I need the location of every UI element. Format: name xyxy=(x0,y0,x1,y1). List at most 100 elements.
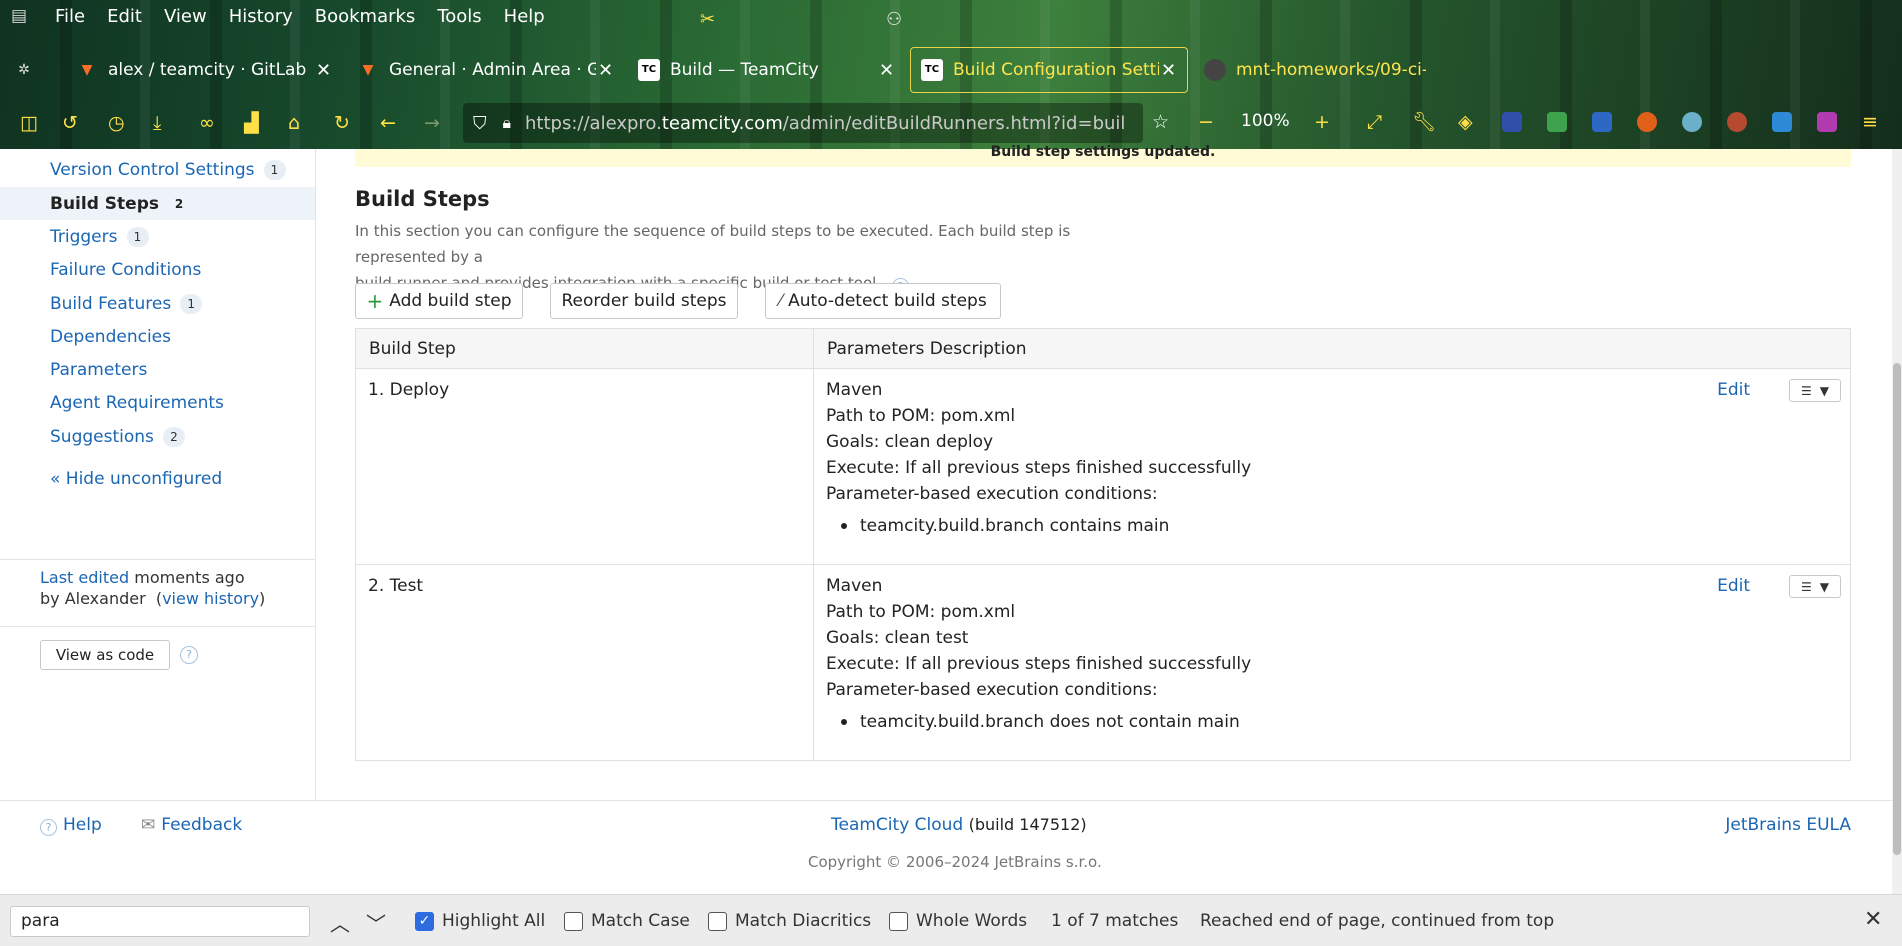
home-icon[interactable]: ⌂ xyxy=(288,113,300,133)
lock-icon[interactable]: 🔒︎ xyxy=(503,113,512,133)
condition-item: teamcity.build.branch does not contain m… xyxy=(841,709,1838,735)
menu-file[interactable]: File xyxy=(55,6,85,27)
tab-build-config[interactable]: TC Build Configuration Setti ✕ xyxy=(910,47,1188,93)
sidebar-item-build-steps[interactable]: Build Steps 2 xyxy=(0,187,315,220)
magic-wand-icon: ⁄ xyxy=(779,291,783,311)
menu-view[interactable]: View xyxy=(164,6,207,27)
extension-icon[interactable] xyxy=(1502,112,1522,132)
tab-github[interactable]: mnt-homeworks/09-ci-05 xyxy=(1204,48,1434,92)
highlight-all-checkbox[interactable]: ✓ xyxy=(415,912,434,931)
fullscreen-icon[interactable]: ⤢ xyxy=(1367,112,1382,132)
sidebar-item-triggers[interactable]: Triggers 1 xyxy=(0,220,315,253)
match-case-label[interactable]: Match Case xyxy=(591,911,690,931)
match-case-checkbox[interactable] xyxy=(564,912,583,931)
tab-gitlab-admin[interactable]: ▼ General · Admin Area · Gi ✕ xyxy=(357,48,613,92)
find-previous-icon[interactable]: ︿ xyxy=(330,908,350,937)
highlight-all-label[interactable]: Highlight All xyxy=(442,911,545,931)
url-bar[interactable]: ⛉ 🔒︎ https://alexpro.teamcity.com/admin/… xyxy=(463,103,1143,143)
condition-item: teamcity.build.branch contains main xyxy=(841,513,1838,539)
table-row[interactable]: 1. Deploy Maven Path to POM: pom.xml Goa… xyxy=(355,368,1851,565)
zoom-in-icon[interactable]: + xyxy=(1314,112,1330,132)
close-tab-icon[interactable]: ✕ xyxy=(1161,60,1176,81)
menu-edit[interactable]: Edit xyxy=(107,6,142,27)
hide-unconfigured-link[interactable]: « Hide unconfigured xyxy=(0,462,315,495)
whole-words-label[interactable]: Whole Words xyxy=(916,911,1027,931)
bookmark-star-icon[interactable]: ☆ xyxy=(1152,112,1169,132)
teamcity-cloud-link[interactable]: TeamCity Cloud xyxy=(831,815,963,835)
sidebar-item-failure-conditions[interactable]: Failure Conditions xyxy=(0,253,315,286)
step-actions-menu-button[interactable]: ☰ ▼ xyxy=(1789,575,1841,598)
sidebar-item-build-features[interactable]: Build Features 1 xyxy=(0,287,315,320)
menu-help[interactable]: Help xyxy=(504,6,545,27)
auto-detect-build-steps-button[interactable]: ⁄ Auto-detect build steps xyxy=(765,283,1001,319)
step-name[interactable]: 2. Test xyxy=(355,564,814,761)
menu-tools[interactable]: Tools xyxy=(437,6,481,27)
footer-help-link[interactable]: ? Help xyxy=(40,815,102,836)
sidebar-item-parameters[interactable]: Parameters xyxy=(0,353,315,386)
zoom-out-icon[interactable]: − xyxy=(1198,112,1214,132)
tab-overview-icon[interactable]: ✲ xyxy=(14,48,44,92)
close-icon[interactable]: ✕ xyxy=(1864,907,1882,932)
hamburger-menu-icon[interactable]: ≡ xyxy=(1862,112,1878,132)
shield-icon[interactable]: ⛉ xyxy=(473,113,487,134)
table-row[interactable]: 2. Test Maven Path to POM: pom.xml Goals… xyxy=(355,564,1851,761)
close-tab-icon[interactable]: ✕ xyxy=(598,60,613,81)
help-icon[interactable]: ? xyxy=(180,646,198,664)
containers-icon[interactable]: ▟ xyxy=(244,113,259,133)
edit-step-link[interactable]: Edit xyxy=(1717,377,1750,403)
extension-shield-icon[interactable] xyxy=(1547,112,1567,132)
tab-gitlab[interactable]: ▼ alex / teamcity · GitLab ✕ xyxy=(76,48,336,92)
pocket-icon[interactable]: ◈ xyxy=(1458,112,1473,132)
history-icon[interactable]: ↺ xyxy=(62,113,78,133)
extension-book-icon[interactable] xyxy=(1772,112,1792,132)
sidebar-item-vcs-settings[interactable]: Version Control Settings 1 xyxy=(0,153,315,186)
find-next-icon[interactable]: ﹀ xyxy=(366,908,386,937)
wrench-icon[interactable]: 🔧︎ xyxy=(1412,112,1436,132)
edit-step-link[interactable]: Edit xyxy=(1717,573,1750,599)
footer-copyright: Copyright © 2006–2024 JetBrains s.r.o. xyxy=(808,853,1102,871)
step-params[interactable]: Maven Path to POM: pom.xml Goals: clean … xyxy=(813,564,1851,761)
reload-icon[interactable]: ↻ xyxy=(334,113,350,133)
add-build-step-button[interactable]: + Add build step xyxy=(355,283,523,319)
sidebar-toggle-icon[interactable]: ◫ xyxy=(20,113,38,133)
last-edited-by: by Alexander xyxy=(40,589,146,608)
match-count: 1 of 7 matches xyxy=(1051,911,1179,931)
sidebar-item-dependencies[interactable]: Dependencies xyxy=(0,320,315,353)
extension-fox-icon[interactable] xyxy=(1637,112,1657,132)
back-icon[interactable]: ← xyxy=(380,113,396,133)
footer-feedback-link[interactable]: ✉ Feedback xyxy=(141,815,242,835)
forward-icon[interactable]: → xyxy=(424,113,440,133)
menu-bookmarks[interactable]: Bookmarks xyxy=(315,6,416,27)
zoom-level[interactable]: 100% xyxy=(1241,111,1290,131)
step-actions-menu-button[interactable]: ☰ ▼ xyxy=(1789,379,1841,402)
close-tab-icon[interactable]: ✕ xyxy=(316,60,331,81)
sidebar-item-agent-requirements[interactable]: Agent Requirements xyxy=(0,386,315,419)
sidebar-item-suggestions[interactable]: Suggestions 2 xyxy=(0,420,315,453)
view-as-code-button[interactable]: View as code xyxy=(40,640,170,670)
downloads-icon[interactable]: ⤓ xyxy=(153,113,161,133)
close-tab-icon[interactable]: ✕ xyxy=(879,60,894,81)
tab-teamcity-build[interactable]: TC Build — TeamCity ✕ xyxy=(638,48,896,92)
whole-words-checkbox[interactable] xyxy=(889,912,908,931)
extension-grid-icon[interactable] xyxy=(1817,112,1837,132)
page-scrollbar[interactable] xyxy=(1892,149,1902,894)
find-input[interactable]: para xyxy=(10,906,310,937)
step-name[interactable]: 1. Deploy xyxy=(355,368,814,565)
screenshot-icon[interactable]: ✂ xyxy=(700,9,715,30)
reorder-build-steps-button[interactable]: Reorder build steps xyxy=(550,283,738,319)
sync-icon[interactable] xyxy=(1682,112,1702,132)
footer-eula-link[interactable]: JetBrains EULA xyxy=(1725,815,1851,835)
step-params[interactable]: Maven Path to POM: pom.xml Goals: clean … xyxy=(813,368,1851,565)
palette-icon[interactable] xyxy=(1727,112,1747,132)
save-icon[interactable] xyxy=(1592,112,1612,132)
last-edited-link[interactable]: Last edited xyxy=(40,568,129,587)
app-menu-icon[interactable]: ▤ xyxy=(11,5,33,27)
clock-icon[interactable]: ◷ xyxy=(108,113,125,133)
mask-icon[interactable]: ∞ xyxy=(199,113,215,133)
view-history-link[interactable]: view history xyxy=(162,589,259,608)
match-diacritics-label[interactable]: Match Diacritics xyxy=(735,911,871,931)
menu-history[interactable]: History xyxy=(229,6,293,27)
scrollbar-thumb[interactable] xyxy=(1893,363,1901,855)
match-diacritics-checkbox[interactable] xyxy=(708,912,727,931)
url-text[interactable]: https://alexpro.teamcity.com/admin/editB… xyxy=(525,113,1125,134)
